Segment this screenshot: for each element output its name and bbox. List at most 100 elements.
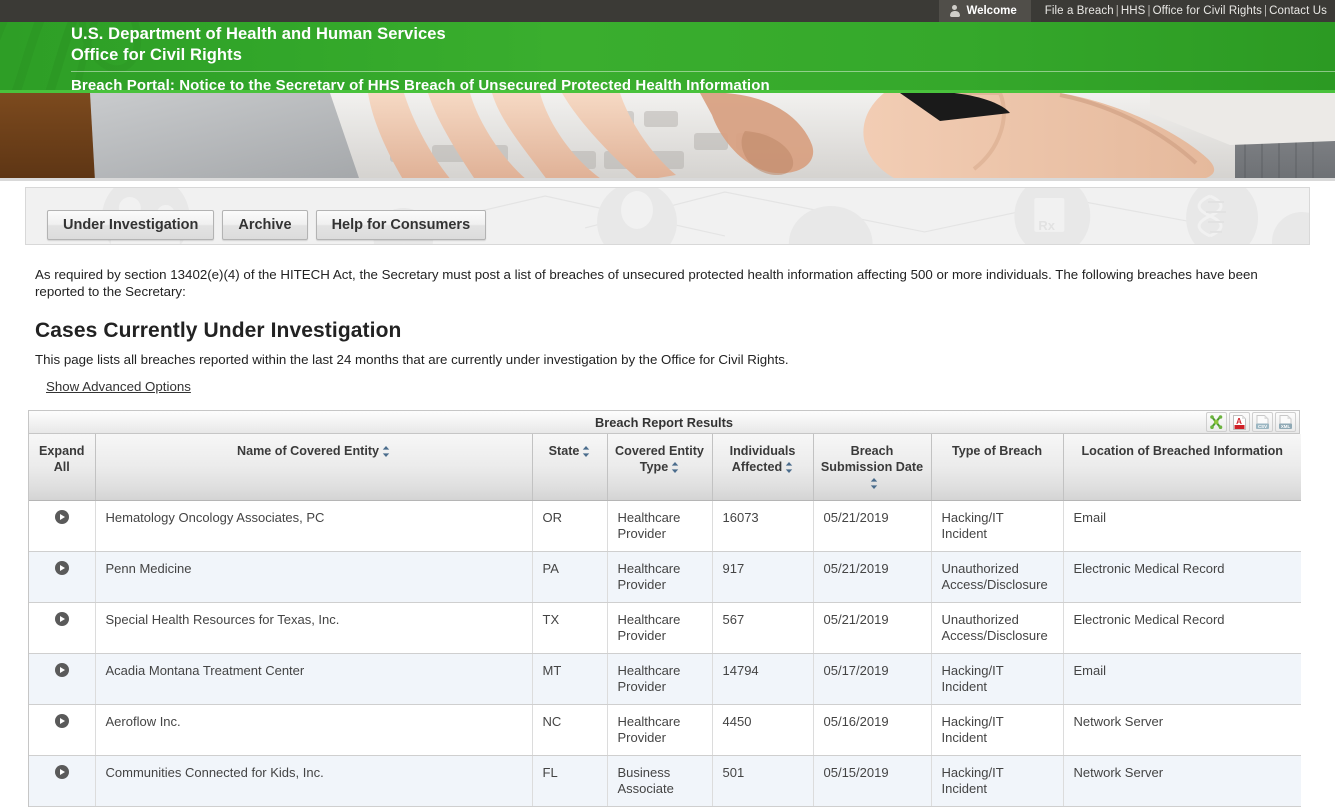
table-row: Acadia Montana Treatment Center MT Healt…	[29, 653, 1301, 705]
svg-text:CSV: CSV	[1258, 424, 1267, 429]
cell-name: Special Health Resources for Texas, Inc.	[95, 602, 533, 654]
expand-row-icon[interactable]	[54, 765, 69, 779]
pdf-export-icon[interactable]: A	[1229, 412, 1250, 432]
cell-entity-type: Healthcare Provider	[607, 500, 713, 552]
tab-under-investigation[interactable]: Under Investigation	[47, 210, 215, 240]
page-subtitle: This page lists all breaches reported wi…	[35, 352, 789, 367]
cell-individuals: 501	[712, 755, 814, 807]
nav-link-file-a-breach[interactable]: File a Breach	[1045, 5, 1114, 17]
cell-breach-type: Unauthorized Access/Disclosure	[931, 551, 1064, 603]
tab-archive[interactable]: Archive	[222, 210, 308, 240]
cell-date: 05/21/2019	[813, 602, 932, 654]
table-row: Aeroflow Inc. NC Healthcare Provider 445…	[29, 704, 1301, 756]
table-row: Communities Connected for Kids, Inc. FL …	[29, 755, 1301, 807]
cell-breach-type: Hacking/IT Incident	[931, 704, 1064, 756]
column-label-entity-type: Covered Entity Type	[615, 444, 704, 474]
sort-icon-entity-type[interactable]	[671, 462, 679, 474]
welcome-chip[interactable]: Welcome	[939, 0, 1031, 22]
expand-cell[interactable]	[29, 602, 96, 654]
table-body: Hematology Oncology Associates, PC OR He…	[29, 500, 1301, 807]
page-title: Cases Currently Under Investigation	[35, 319, 402, 342]
nav-link-hhs[interactable]: HHS	[1121, 5, 1146, 17]
cell-date: 05/17/2019	[813, 653, 932, 705]
breach-results-table: Expand All Name of Covered Entity State …	[29, 434, 1301, 807]
column-header-individuals-affected[interactable]: Individuals Affected	[712, 434, 814, 501]
cell-name: Hematology Oncology Associates, PC	[95, 500, 533, 552]
header-divider	[71, 71, 1335, 72]
cell-date: 05/16/2019	[813, 704, 932, 756]
results-title: Breach Report Results	[595, 414, 733, 430]
cell-state: NC	[532, 704, 608, 756]
cell-entity-type: Healthcare Provider	[607, 704, 713, 756]
top-utility-bar: Welcome File a Breach | HHS | Office for Civ…	[0, 0, 1335, 22]
column-label-location: Location of Breached Information	[1081, 444, 1283, 458]
cell-individuals: 16073	[712, 500, 814, 552]
column-label-breach-type: Type of Breach	[951, 444, 1043, 458]
xml-glyph: XML	[1279, 414, 1292, 429]
header-title-block: U.S. Department of Health and Human Serv…	[71, 24, 1335, 90]
column-header-name[interactable]: Name of Covered Entity	[95, 434, 533, 501]
expand-cell[interactable]	[29, 755, 96, 807]
hero-banner-image	[0, 90, 1335, 181]
expand-row-icon[interactable]	[54, 714, 69, 728]
sort-icon-state[interactable]	[582, 446, 590, 458]
column-header-breach-type: Type of Breach	[931, 434, 1064, 501]
top-utility-bar-inner: Welcome File a Breach | HHS | Office for Civ…	[939, 0, 1335, 22]
xml-export-icon[interactable]: XML	[1275, 412, 1296, 432]
table-row: Penn Medicine PA Healthcare Provider 917…	[29, 551, 1301, 603]
tab-panel: Rx Under Investigation Archive Help for …	[25, 187, 1310, 245]
show-advanced-options-link[interactable]: Show Advanced Options	[46, 379, 191, 394]
csv-export-icon[interactable]: CSV	[1252, 412, 1273, 432]
column-label-expand-all: Expand All	[39, 444, 85, 474]
xsl-glyph	[1210, 414, 1223, 429]
cell-location: Network Server	[1063, 704, 1301, 756]
person-icon	[949, 5, 960, 17]
cell-entity-type: Business Associate	[607, 755, 713, 807]
column-label-submission-date: Breach Submission Date	[820, 444, 924, 474]
nav-link-office-for-civil-rights[interactable]: Office for Civil Rights	[1153, 5, 1262, 17]
sort-icon-individuals[interactable]	[785, 462, 793, 474]
sort-icon-date[interactable]	[870, 478, 878, 490]
top-nav-links: File a Breach | HHS | Office for Civil Right…	[1031, 5, 1335, 17]
xsl-export-icon[interactable]	[1206, 412, 1227, 432]
cell-location: Email	[1063, 500, 1301, 552]
expand-row-icon[interactable]	[54, 561, 69, 575]
tab-row: Under Investigation Archive Help for Con…	[47, 210, 487, 240]
intro-paragraph: As required by section 13402(e)(4) of th…	[35, 267, 1258, 299]
results-title-bar: Breach Report Results A CSV XML	[29, 411, 1299, 434]
sort-icon-name[interactable]	[382, 446, 390, 458]
export-icon-group: A CSV XML	[1206, 412, 1296, 432]
hero-illustration	[0, 93, 1335, 181]
column-label-name: Name of Covered Entity	[236, 444, 380, 458]
expand-row-icon[interactable]	[54, 663, 69, 677]
cell-breach-type: Unauthorized Access/Disclosure	[931, 602, 1064, 654]
column-label-state: State	[548, 444, 580, 458]
nav-separator-2: |	[1147, 5, 1151, 17]
expand-cell[interactable]	[29, 704, 96, 756]
csv-glyph: CSV	[1256, 414, 1269, 429]
expand-cell[interactable]	[29, 551, 96, 603]
cell-location: Network Server	[1063, 755, 1301, 807]
column-header-expand-all[interactable]: Expand All	[29, 434, 96, 501]
main-content: Rx Under Investigation Archive Help for …	[0, 183, 1335, 807]
cell-date: 05/21/2019	[813, 551, 932, 603]
nav-link-contact-us[interactable]: Contact Us	[1269, 5, 1327, 17]
expand-cell[interactable]	[29, 653, 96, 705]
svg-text:Rx: Rx	[1038, 218, 1055, 233]
expand-row-icon[interactable]	[54, 612, 69, 626]
nav-separator-1: |	[1115, 5, 1119, 17]
column-header-submission-date[interactable]: Breach Submission Date	[813, 434, 932, 501]
cell-individuals: 917	[712, 551, 814, 603]
table-header-row: Expand All Name of Covered Entity State …	[29, 434, 1301, 501]
cell-breach-type: Hacking/IT Incident	[931, 653, 1064, 705]
cell-individuals: 567	[712, 602, 814, 654]
cell-name: Aeroflow Inc.	[95, 704, 533, 756]
table-row: Special Health Resources for Texas, Inc.…	[29, 602, 1301, 654]
column-header-state[interactable]: State	[532, 434, 608, 501]
pdf-glyph: A	[1233, 414, 1246, 430]
expand-cell[interactable]	[29, 500, 96, 552]
column-header-location: Location of Breached Information	[1063, 434, 1301, 501]
expand-row-icon[interactable]	[54, 510, 69, 524]
column-header-entity-type[interactable]: Covered Entity Type	[607, 434, 713, 501]
tab-help-for-consumers[interactable]: Help for Consumers	[315, 210, 487, 240]
